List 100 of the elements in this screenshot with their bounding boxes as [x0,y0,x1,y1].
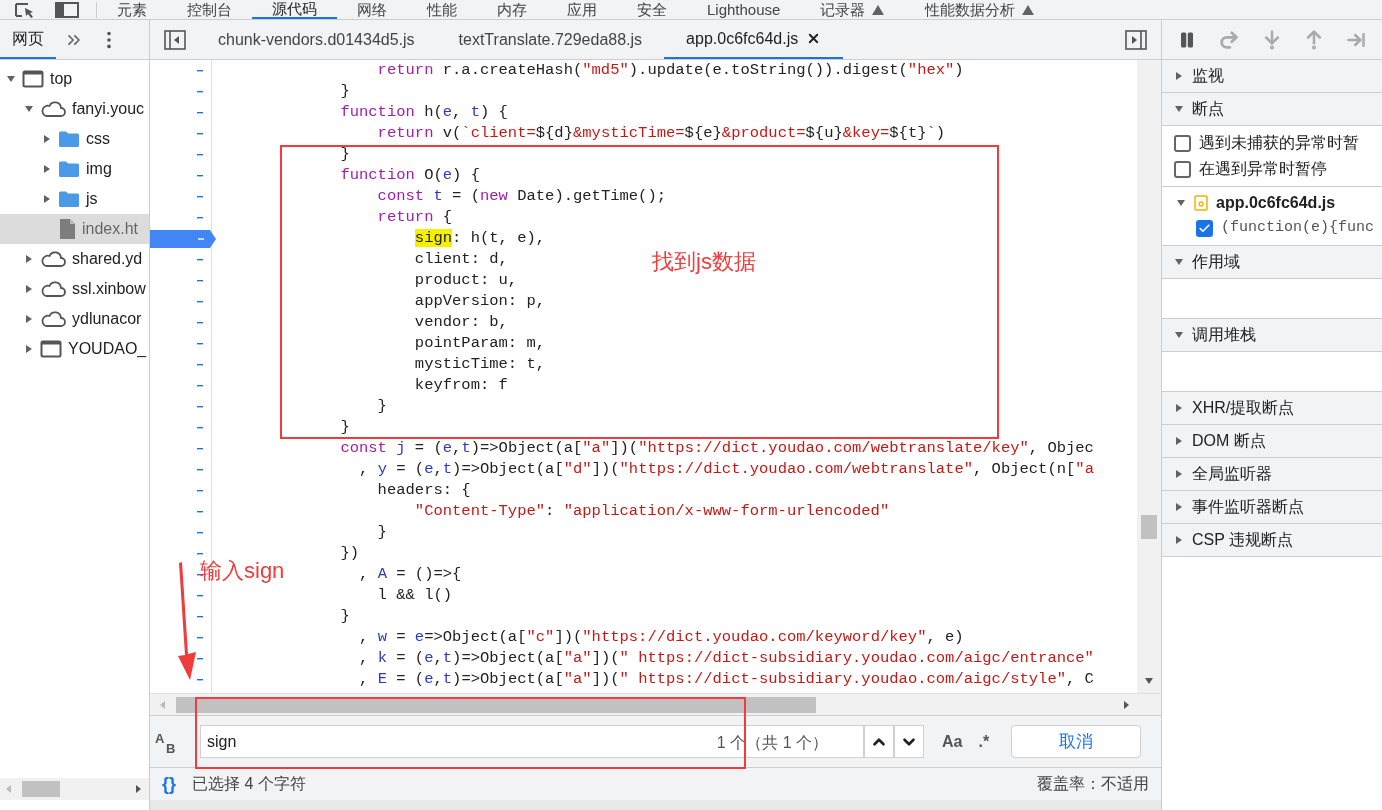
tab-label: 元素 [117,0,147,20]
code-line: keyfrom: f [413,375,508,396]
tab-label: 性能 [427,0,457,20]
tree-item[interactable]: js [0,184,149,214]
panel-tab[interactable]: 记录器 [800,0,906,19]
section-title: 全局监听器 [1192,464,1272,484]
section-header[interactable]: 全局监听器 [1162,458,1382,490]
tree-item[interactable]: ssl.xinbow [0,274,149,304]
tree-label: index.ht [82,219,139,239]
code-line: mysticTime: t, [413,354,546,375]
code-line: } [339,144,350,165]
code-line: , E = (e,t)=>Object(a["a"])(" https://dict-subsidiary.youdao.com/aigc/style", C [358,669,1094,690]
code-line: headers: { [376,480,471,501]
section-header[interactable]: DOM 断点 [1162,425,1382,457]
tree-item[interactable]: shared.yd [0,244,149,274]
code-line: , w = e=>Object(a["c"])("https://dict.youdao.com/keyword/key", e) [358,627,964,648]
tree-label: img [86,159,112,179]
code-line: return { [376,207,453,228]
section-title: 断点 [1192,99,1224,119]
section-title: 事件监听器断点 [1192,497,1304,517]
panel-tab[interactable]: 控制台 [167,0,252,19]
section-header[interactable]: CSP 违规断点 [1162,524,1382,556]
section-header[interactable]: 事件监听器断点 [1162,491,1382,523]
tree-label: ssl.xinbow [72,279,146,299]
code-line: , y = (e,t)=>Object(a["d"])("https://dict.youdao.com/webtranslate", Object(n["a [358,459,1094,480]
tab-label: app.0c6fc64d.js [686,28,799,49]
section-title: 监视 [1192,66,1224,86]
tree-label: ydlunacor [72,309,142,329]
tab-label: 记录器 [820,0,866,20]
replace-toggle[interactable]: AB [154,728,180,755]
section-header[interactable]: XHR/提取断点 [1162,392,1382,424]
code-line: return r.a.createHash("md5").update(e.toString()).digest("hex") [376,60,964,81]
tab-label: 控制台 [187,0,232,20]
tree-label: js [86,189,98,209]
tree-item[interactable]: fanyi.youc [0,94,149,124]
section-title: DOM 断点 [1192,431,1266,451]
cancel-button[interactable]: 取消 [1011,725,1142,758]
match-count: 1 个（共 1 个） [716,733,828,753]
tree-item[interactable]: YOUDAO_ [0,334,149,364]
section-title: 作用域 [1192,252,1240,272]
tab-label: 内存 [497,0,527,20]
checkbox-label: 遇到未捕获的异常时暂 [1199,133,1359,153]
tab-label: 网络 [357,0,387,20]
tab-label: textTranslate.729eda88.js [458,29,643,50]
selection-status: 已选择 4 个字符 [192,774,306,794]
code-line: function O(e) { [339,165,480,186]
file-name: app.0c6fc64d.js [1216,193,1336,213]
tree-label: shared.yd [72,249,143,269]
panel-tab[interactable]: 内存 [477,0,547,19]
panel-tab[interactable]: 元素 [97,0,167,19]
tree-item[interactable]: top [0,64,149,94]
file-tab[interactable]: chunk-vendors.d01434d5.js [196,20,437,59]
tab-label: 源代码 [272,0,317,19]
code-line: client: d, [413,249,508,270]
breakpoint-code: (function(e){func [1221,217,1375,238]
tab-label: chunk-vendors.d01434d5.js [218,29,415,50]
panel-tab[interactable]: 应用 [547,0,617,19]
section-title: 调用堆栈 [1192,325,1256,345]
panel-tab[interactable]: 网络 [337,0,407,19]
code-line: "Content-Type": "application/x-www-form-urlencoded" [413,501,890,522]
tree-label: top [50,69,73,89]
code-line: } [376,396,387,417]
tree-item[interactable]: ydlunacor [0,304,149,334]
tree-label: css [86,129,110,149]
annotation-label: 找到js数据 [652,248,756,276]
panel-tab[interactable]: 性能数据分析 [905,0,1056,19]
section-title: CSP 违规断点 [1192,530,1294,550]
code-line: }) [339,543,359,564]
section-header[interactable]: 作用域 [1162,246,1382,278]
code-line: , k = (e,t)=>Object(a["a"])(" https://dict-subsidiary.youdao.com/aigc/entrance" [358,648,1094,669]
pretty-print-button[interactable]: {} [162,770,176,798]
panel-tab[interactable]: 安全 [617,0,687,19]
code-line: return v(`client=${d}&mysticTime=${e}&product=${u}&key=${t}`) [376,123,946,144]
code-line: } [376,522,387,543]
panel-tab[interactable]: 性能 [407,0,477,19]
tree-item[interactable]: img [0,154,149,184]
code-line: } [339,81,350,102]
tree-label: fanyi.youc [72,99,145,119]
code-line: } [339,417,350,438]
tab-label: 性能数据分析 [925,0,1016,20]
tree-item[interactable]: css [0,124,149,154]
code-line: l && l() [376,585,453,606]
panel-tab[interactable]: Lighthouse [687,0,801,19]
code-line: } [339,606,350,627]
section-header[interactable]: 监视 [1162,60,1382,92]
section-header[interactable]: 调用堆栈 [1162,319,1382,351]
file-tab[interactable]: app.0c6fc64d.js [664,20,844,59]
code-line: function h(e, t) { [339,102,508,123]
regex-button[interactable]: .* [972,729,996,754]
tree-item[interactable]: index.ht [0,214,149,244]
file-tab[interactable]: textTranslate.729eda88.js [436,20,665,59]
tab-label: Lighthouse [707,0,781,20]
section-header[interactable]: 断点 [1162,93,1382,125]
coverage-status: 覆盖率：不适用 [1037,774,1149,794]
match-case-button[interactable]: Aa [936,729,969,754]
tab-label: 应用 [567,0,597,20]
code-line: product: u, [413,270,518,291]
annotation-label: 输入sign [200,557,285,585]
code-line: sign: h(t, e), [413,228,546,249]
code-line: appVersion: p, [413,291,546,312]
